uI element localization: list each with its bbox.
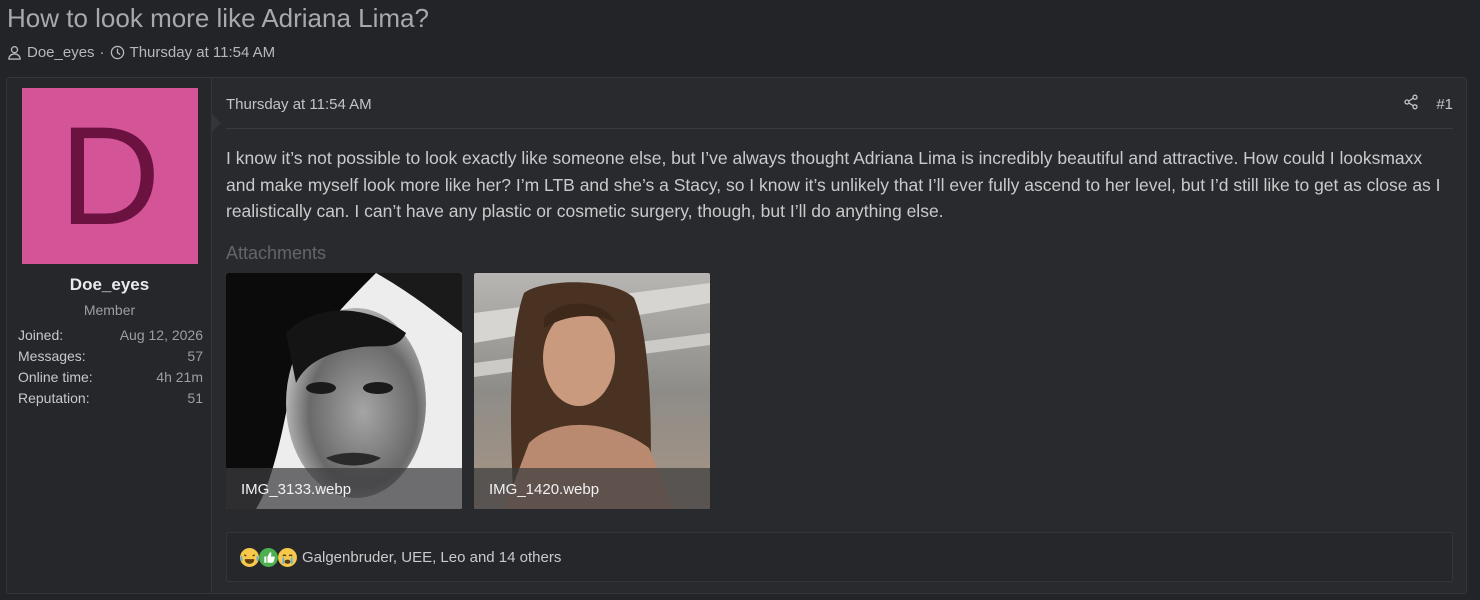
reactions-list-link[interactable]: Galgenbruder, UEE, Leo and 14 others [302, 549, 561, 566]
share-icon[interactable] [1403, 94, 1419, 114]
avatar[interactable]: D [22, 88, 198, 264]
thumbs-up-icon [259, 547, 278, 567]
post-header-actions: #1 [1403, 94, 1453, 114]
attachment-thumbnail[interactable]: IMG_3133.webp [226, 273, 462, 509]
attachments-label: Attachments [226, 243, 327, 263]
stat-label: Messages: [18, 348, 86, 364]
attachment-filename: IMG_1420.webp [474, 468, 710, 509]
post-header: Thursday at 11:54 AM #1 [226, 92, 1453, 116]
clock-icon [110, 45, 125, 60]
crying-icon [278, 547, 297, 567]
avatar-letter: D [59, 97, 161, 254]
stat-reputation: Reputation: 51 [18, 388, 203, 409]
attachment-thumbnail[interactable]: IMG_1420.webp [474, 273, 710, 509]
post-number-link[interactable]: #1 [1436, 96, 1453, 113]
thread-author-link[interactable]: Doe_eyes [27, 44, 95, 61]
thread-title: How to look more like Adriana Lima? [7, 3, 429, 33]
post-date-link[interactable]: Thursday at 11:54 AM [226, 96, 372, 113]
stat-messages: Messages: 57 [18, 346, 203, 367]
post-user-cell: D Doe_eyes Member Joined: Aug 12, 2026 M… [7, 78, 212, 593]
stat-value: 57 [187, 348, 203, 364]
thread-date-link[interactable]: Thursday at 11:54 AM [130, 44, 276, 61]
stat-label: Online time: [18, 369, 93, 385]
attachment-filename: IMG_3133.webp [226, 468, 462, 509]
user-title: Member [83, 302, 136, 318]
stat-online-time: Online time: 4h 21m [18, 367, 203, 388]
post-username[interactable]: Doe_eyes [7, 275, 212, 295]
stat-joined: Joined: Aug 12, 2026 [18, 325, 203, 346]
post-body: I know it’s not possible to look exactly… [226, 148, 1441, 221]
stat-value: Aug 12, 2026 [119, 327, 203, 343]
post-main-cell: Thursday at 11:54 AM #1 I know it’s not … [226, 78, 1453, 593]
user-stats: Joined: Aug 12, 2026 Messages: 57 Online… [18, 325, 203, 409]
reaction-icons [239, 547, 297, 568]
stat-value: 51 [187, 390, 203, 406]
reactions-bar[interactable]: Galgenbruder, UEE, Leo and 14 others [226, 532, 1453, 582]
header-divider [226, 128, 1453, 129]
post: D Doe_eyes Member Joined: Aug 12, 2026 M… [6, 77, 1467, 594]
user-icon [7, 45, 22, 60]
thread-meta: Doe_eyes · Thursday at 11:54 AM [7, 44, 275, 61]
stat-value: 4h 21m [156, 369, 203, 385]
stat-label: Joined: [18, 327, 64, 343]
user-cell-arrow [212, 114, 221, 132]
meta-separator: · [99, 44, 105, 61]
stat-label: Reputation: [18, 390, 90, 406]
laughing-crying-icon [240, 547, 259, 567]
